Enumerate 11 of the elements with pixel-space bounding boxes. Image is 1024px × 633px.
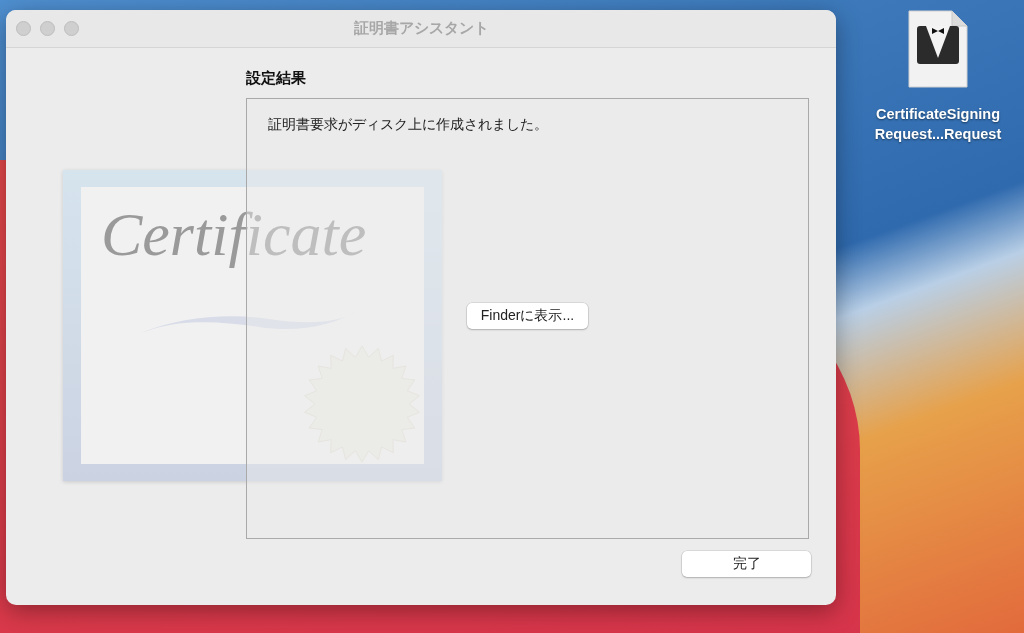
section-heading: 設定結果 (246, 69, 307, 88)
close-button[interactable] (16, 21, 31, 36)
file-name-line: CertificateSigning (875, 105, 1001, 124)
result-message: 証明書要求がディスク上に作成されました。 (268, 116, 549, 134)
minimize-button[interactable] (40, 21, 55, 36)
document-icon (908, 10, 968, 88)
window-title: 証明書アシスタント (353, 19, 489, 38)
action-button[interactable]: Finderに表示... (466, 303, 589, 329)
file-name-line: Request...Request (874, 125, 1002, 144)
zoom-button[interactable] (64, 21, 79, 36)
action-button[interactable]: 完了 (682, 551, 811, 577)
